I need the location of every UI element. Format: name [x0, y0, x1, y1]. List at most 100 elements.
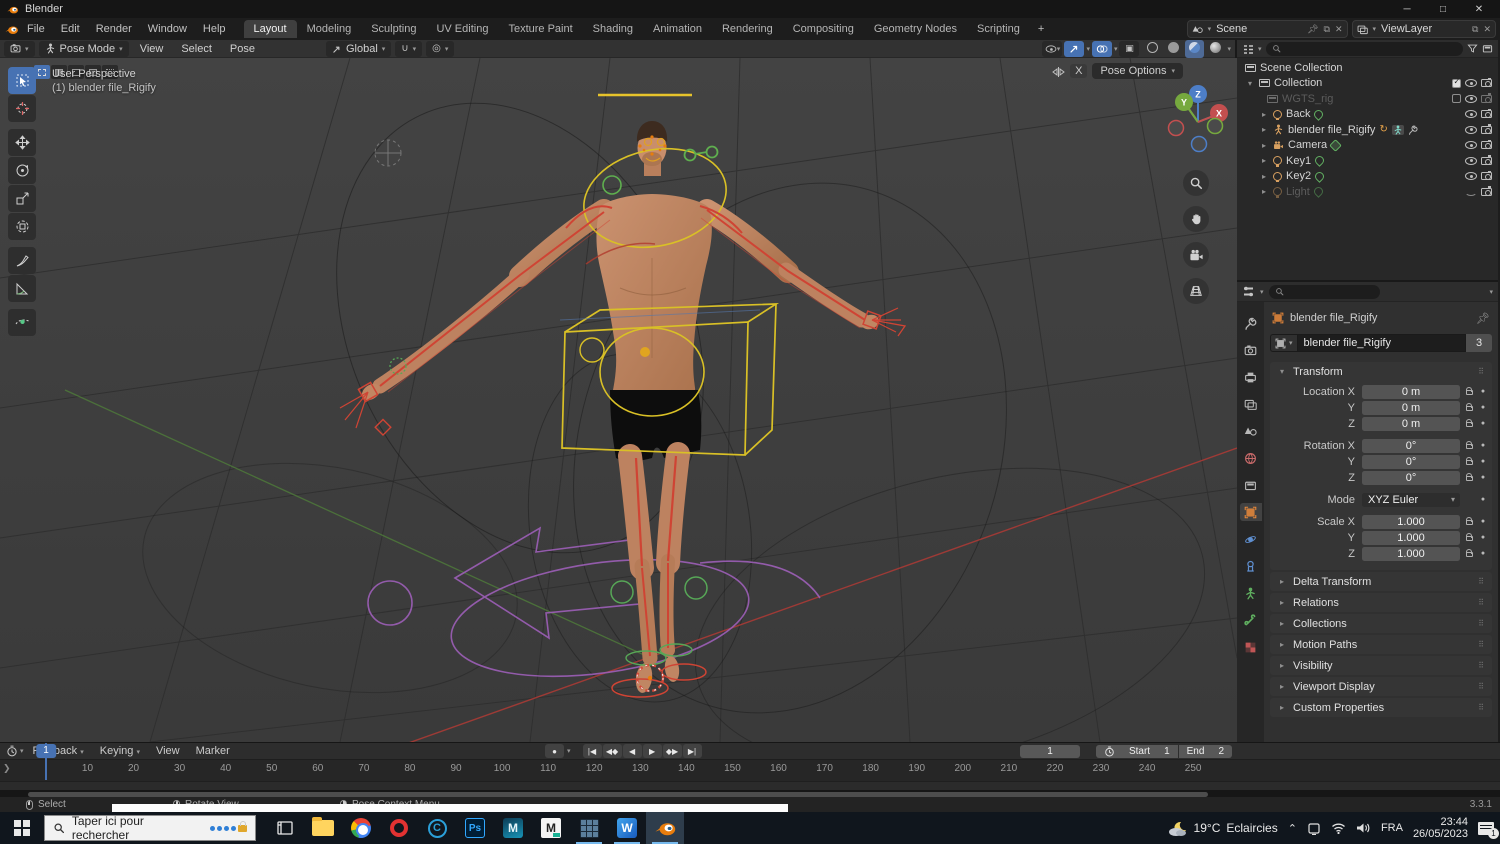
- object-id-icon[interactable]: ▾: [1270, 334, 1297, 352]
- blender-taskbar-button[interactable]: [646, 812, 684, 844]
- expand-arrow-icon[interactable]: ▾: [1245, 79, 1255, 88]
- opera-button[interactable]: [380, 812, 418, 844]
- lock-icon[interactable]: [1466, 552, 1473, 557]
- new-viewlayer-icon[interactable]: ⧉: [1472, 24, 1478, 35]
- pin-icon[interactable]: 📌︎: [1476, 312, 1490, 325]
- show-object-types-dropdown[interactable]: ▾: [1042, 41, 1062, 57]
- panel-viewport-display[interactable]: ▸Viewport Display⠿: [1270, 677, 1492, 696]
- perspective-toggle-icon[interactable]: [1183, 278, 1209, 304]
- tab-object-data[interactable]: [1240, 584, 1262, 602]
- animate-dot[interactable]: ●: [1478, 404, 1488, 411]
- light-data-icon[interactable]: [1313, 154, 1326, 167]
- proportional-editing-dropdown[interactable]: ◎ ▾: [426, 41, 454, 57]
- prev-keyframe-button[interactable]: ◀◆: [603, 744, 622, 758]
- animation-icon[interactable]: ↻: [1379, 124, 1387, 135]
- viewport-canvas[interactable]: Z Y X: [0, 58, 1237, 742]
- shading-dropdown[interactable]: ▾: [1227, 45, 1231, 53]
- c-app-button[interactable]: C: [418, 812, 456, 844]
- outliner-row-key1[interactable]: ▸ Key1: [1237, 153, 1498, 169]
- menu-view[interactable]: View: [133, 42, 171, 56]
- scale-y-input[interactable]: 1.000: [1362, 531, 1460, 545]
- tab-output[interactable]: [1240, 368, 1262, 386]
- tab-bone[interactable]: [1240, 611, 1262, 629]
- jump-to-start-button[interactable]: |◀: [583, 744, 602, 758]
- file-explorer-button[interactable]: [304, 812, 342, 844]
- panel-delta-transform[interactable]: ▸Delta Transform⠿: [1270, 572, 1492, 591]
- menu-pose[interactable]: Pose: [223, 42, 262, 56]
- photoshop-button[interactable]: Ps: [456, 812, 494, 844]
- close-icon[interactable]: ✕: [1335, 24, 1343, 35]
- autokey-dropdown[interactable]: ▾: [567, 747, 571, 755]
- animate-dot[interactable]: ●: [1478, 420, 1488, 427]
- end-frame-input[interactable]: End2: [1179, 745, 1232, 758]
- properties-search-input[interactable]: [1269, 285, 1380, 299]
- current-frame-input[interactable]: 1: [1020, 745, 1080, 758]
- hide-eye-icon[interactable]: [1465, 172, 1477, 180]
- expand-arrow-icon[interactable]: ❯: [3, 763, 11, 774]
- tab-world[interactable]: [1240, 449, 1262, 467]
- tool-pose-breakdowner[interactable]: [8, 309, 36, 336]
- m-app-button[interactable]: M: [532, 812, 570, 844]
- weather-widget[interactable]: 19°CEclaircies: [1168, 819, 1278, 837]
- add-workspace-button[interactable]: +: [1030, 20, 1052, 38]
- close-icon[interactable]: ✕: [1483, 24, 1491, 35]
- lock-icon[interactable]: [1466, 460, 1473, 465]
- panel-visibility[interactable]: ▸Visibility⠿: [1270, 656, 1492, 675]
- editor-type-dropdown[interactable]: ▾: [4, 41, 35, 57]
- tool-select-box[interactable]: [8, 67, 36, 94]
- task-view-button[interactable]: [266, 812, 304, 844]
- menu-file[interactable]: File: [19, 21, 53, 37]
- lock-icon[interactable]: [1466, 476, 1473, 481]
- hide-eye-icon[interactable]: [1465, 126, 1477, 134]
- properties-editor-icon[interactable]: [1242, 285, 1255, 298]
- tab-layout[interactable]: Layout: [244, 20, 297, 38]
- word-button[interactable]: W: [608, 812, 646, 844]
- expand-arrow-icon[interactable]: ▸: [1259, 125, 1269, 134]
- play-reverse-button[interactable]: ◀: [623, 744, 642, 758]
- scale-z-input[interactable]: 1.000: [1362, 547, 1460, 561]
- mirror-x-toggle[interactable]: X: [1070, 64, 1087, 78]
- shading-wireframe-button[interactable]: [1143, 40, 1162, 58]
- tab-view-layer[interactable]: [1240, 395, 1262, 413]
- location-y-input[interactable]: 0 m: [1362, 401, 1460, 415]
- menu-select[interactable]: Select: [174, 42, 219, 56]
- animate-dot[interactable]: ●: [1478, 534, 1488, 541]
- outliner-row-scene-collection[interactable]: Scene Collection: [1237, 60, 1498, 76]
- lock-icon[interactable]: [1466, 536, 1473, 541]
- animate-dot[interactable]: ●: [1478, 518, 1488, 525]
- minimize-button[interactable]: ─: [1392, 4, 1422, 15]
- tab-tool[interactable]: [1240, 314, 1262, 332]
- tab-scripting[interactable]: Scripting: [967, 20, 1030, 38]
- tool-measure[interactable]: [8, 275, 36, 302]
- tool-transform[interactable]: [8, 213, 36, 240]
- lock-icon[interactable]: [1466, 520, 1473, 525]
- hide-eye-icon[interactable]: [1465, 157, 1477, 165]
- viewport-3d[interactable]: ▾ Pose Mode ▾ View Select Pose Global ▾ …: [0, 40, 1237, 742]
- animate-dot[interactable]: ●: [1478, 496, 1488, 503]
- render-visibility-icon[interactable]: [1481, 172, 1492, 180]
- hide-eye-icon[interactable]: [1465, 110, 1477, 118]
- render-visibility-icon[interactable]: [1481, 141, 1492, 149]
- tablet-device-icon[interactable]: [1307, 822, 1321, 835]
- animate-dot[interactable]: ●: [1478, 474, 1488, 481]
- start-button[interactable]: [0, 812, 44, 844]
- tab-compositing[interactable]: Compositing: [783, 20, 864, 38]
- play-button[interactable]: ▶: [643, 744, 662, 758]
- transform-orientation-dropdown[interactable]: Global ▾: [326, 41, 391, 57]
- chrome-button[interactable]: [342, 812, 380, 844]
- wifi-icon[interactable]: [1331, 822, 1346, 834]
- transform-panel-header[interactable]: ▾Transform⠿: [1270, 362, 1492, 381]
- tab-shading[interactable]: Shading: [583, 20, 643, 38]
- volume-icon[interactable]: [1356, 822, 1371, 834]
- taskbar-search-input[interactable]: Taper ici pour rechercher: [44, 815, 256, 841]
- render-visibility-icon[interactable]: [1481, 110, 1492, 118]
- object-name-input[interactable]: blender file_Rigify: [1297, 334, 1466, 352]
- lock-icon[interactable]: [1466, 406, 1473, 411]
- expand-arrow-icon[interactable]: ▸: [1259, 187, 1269, 196]
- render-visibility-icon[interactable]: [1481, 79, 1492, 87]
- new-collection-icon[interactable]: [1482, 43, 1493, 54]
- tool-annotate[interactable]: [8, 247, 36, 274]
- outliner-row-camera[interactable]: ▸ Camera: [1237, 138, 1498, 154]
- hide-eye-icon[interactable]: [1465, 79, 1477, 87]
- light-data-icon[interactable]: [1312, 185, 1325, 198]
